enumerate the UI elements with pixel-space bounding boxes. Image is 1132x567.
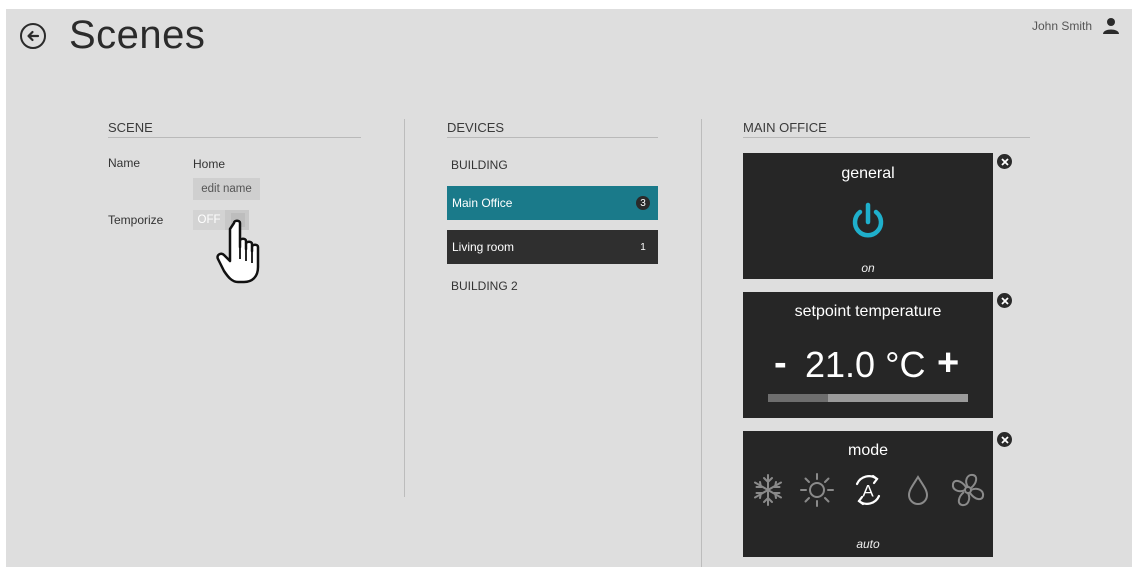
page-title: Scenes [69, 13, 206, 57]
name-label: Name [108, 156, 141, 170]
mode-card: mode A auto [743, 431, 993, 557]
mode-options: A [743, 471, 993, 511]
remove-mode-button[interactable] [997, 432, 1012, 447]
power-state: on [861, 261, 875, 275]
sun-icon[interactable] [798, 471, 836, 509]
temperature-value: 21.0 °C [805, 344, 926, 385]
user-name[interactable]: John Smith [1032, 19, 1092, 33]
close-icon [1000, 435, 1009, 444]
user-icon[interactable] [1102, 17, 1120, 35]
edit-name-button[interactable]: edit name [193, 178, 260, 200]
auto-icon[interactable]: A [849, 471, 887, 509]
column-divider [404, 119, 405, 497]
arrow-left-icon [27, 30, 40, 42]
card-title: general [841, 165, 895, 182]
remove-general-button[interactable] [997, 154, 1012, 169]
app-window: Scenes John Smith SCENE Name Home edit n… [6, 9, 1132, 567]
card-title: mode [847, 442, 889, 459]
scene-section-title: SCENE [108, 120, 361, 138]
column-divider [701, 119, 702, 567]
back-button[interactable] [20, 23, 46, 49]
device-name: Living room [452, 240, 515, 254]
device-item-living-room[interactable]: Living room 1 [447, 230, 658, 264]
hand-pointer-icon [216, 219, 260, 284]
remove-setpoint-button[interactable] [997, 293, 1012, 308]
svg-text:A: A [862, 482, 874, 501]
snowflake-icon[interactable] [749, 471, 787, 509]
increase-temperature-button[interactable]: + [937, 342, 959, 385]
device-count-badge: 1 [640, 241, 646, 253]
slider-fill [768, 394, 828, 402]
droplet-icon[interactable] [899, 471, 937, 509]
header: Scenes John Smith [6, 9, 1132, 69]
main-office-section-title: MAIN OFFICE [743, 120, 1030, 138]
general-card: general on [743, 153, 993, 279]
devices-section-title: DEVICES [447, 120, 658, 138]
temperature-controls: - 21.0 °C + [743, 342, 993, 388]
group-label-building-2: BUILDING 2 [451, 279, 518, 293]
close-icon [1000, 157, 1009, 166]
close-icon [1000, 296, 1009, 305]
card-title: setpoint temperature [794, 303, 942, 320]
fan-icon[interactable] [949, 471, 987, 509]
mode-state: auto [856, 537, 880, 551]
device-count-badge: 3 [636, 196, 650, 210]
temperature-slider[interactable] [768, 394, 968, 402]
device-name: Main Office [452, 196, 513, 210]
setpoint-temperature-card: setpoint temperature - 21.0 °C + [743, 292, 993, 418]
temporize-label: Temporize [108, 213, 164, 227]
decrease-temperature-button[interactable]: - [774, 342, 787, 385]
power-icon[interactable] [848, 201, 888, 241]
device-item-main-office[interactable]: Main Office 3 [447, 186, 658, 220]
scene-name-value: Home [193, 157, 226, 171]
group-label-building: BUILDING [451, 158, 508, 172]
